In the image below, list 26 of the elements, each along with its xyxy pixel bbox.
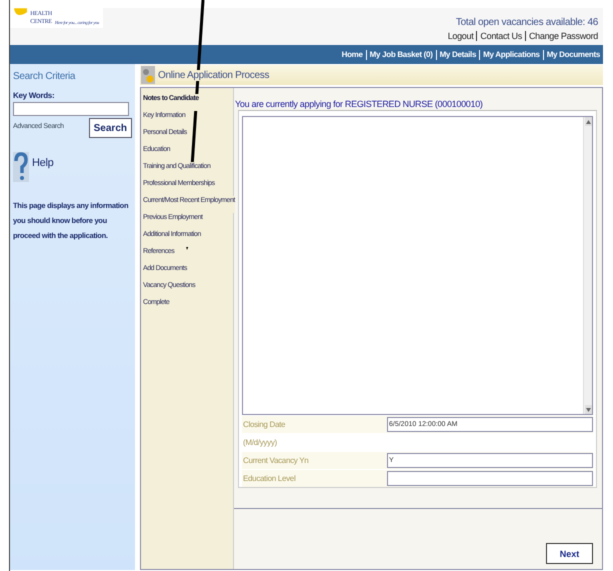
logo-icon [14, 8, 28, 17]
field-label: Key Words: [13, 91, 56, 100]
help-title: Help [32, 157, 54, 169]
keywords-field[interactable] [13, 102, 129, 116]
format-hint: (M/d/yyyy) [242, 438, 277, 447]
field-label: Current Vacancy Yn [242, 456, 310, 465]
header-link[interactable]: Logout [448, 31, 474, 41]
nav-link[interactable]: My Job Basket (0) [370, 50, 433, 59]
nav-link[interactable]: My Details [440, 50, 476, 59]
text-field[interactable] [387, 471, 593, 486]
header-link[interactable]: Change Password [528, 31, 598, 41]
search-button[interactable]: Search [88, 118, 132, 138]
field-label: Education Level [242, 474, 296, 483]
nav-link[interactable]: My Applications [483, 50, 540, 59]
nav-link[interactable]: My Documents [546, 50, 600, 59]
nav-link[interactable]: Home [342, 50, 363, 59]
header-link[interactable]: Contact Us [480, 31, 522, 41]
applying-heading: You are currently applying for REGISTERED NURSE (000100010) [234, 98, 484, 110]
scroll-up-icon[interactable] [584, 117, 592, 126]
next-button[interactable]: Next [546, 543, 593, 564]
field-label: Closing Date [242, 420, 286, 429]
vacancies-count: Total open vacancies available: 46 [456, 17, 598, 28]
help-icon [13, 152, 29, 182]
scroll-down-icon[interactable] [584, 405, 592, 414]
section-title: Online Application Process [158, 70, 270, 80]
sidebar-title: Search Criteria [13, 71, 76, 82]
